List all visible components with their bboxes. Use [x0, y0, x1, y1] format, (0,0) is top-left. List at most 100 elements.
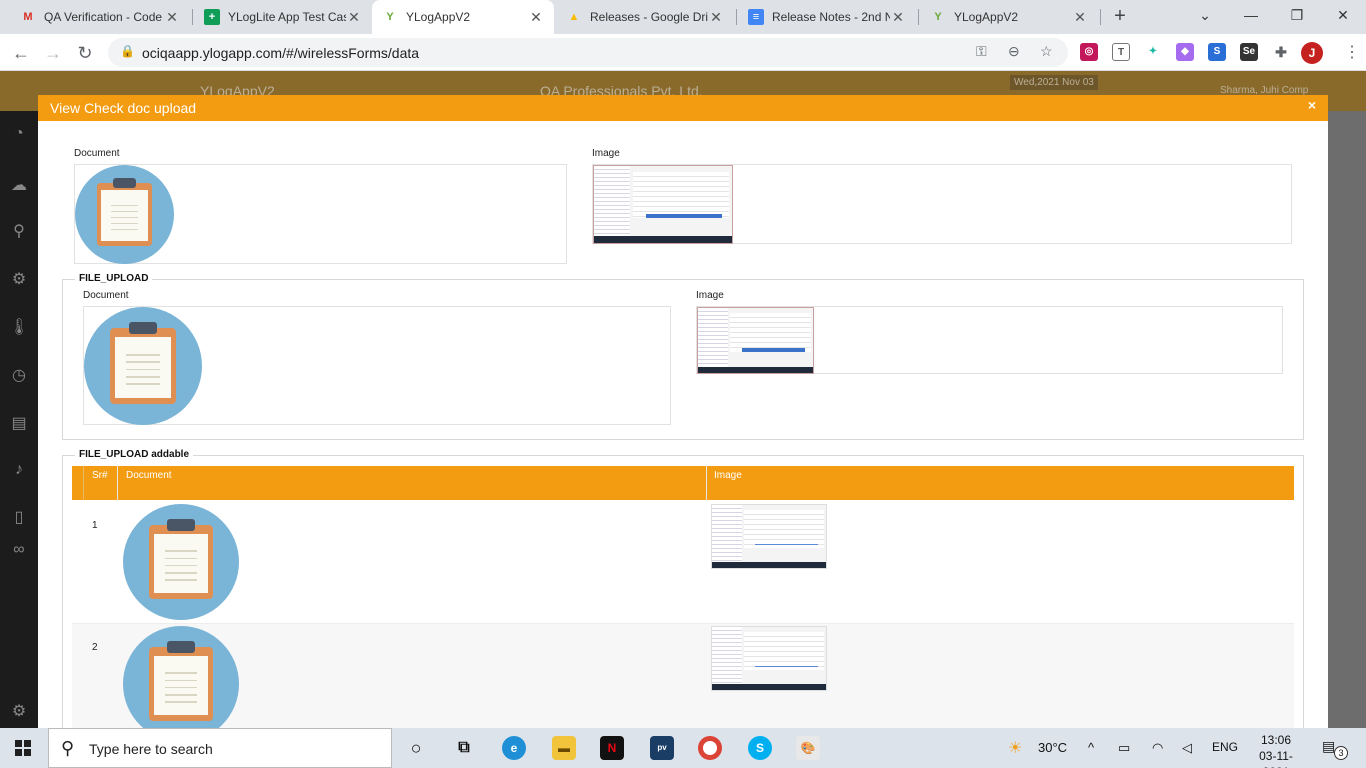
dashboard-icon[interactable]: ◔ [9, 125, 29, 145]
minimize-button[interactable]: — [1228, 0, 1274, 30]
link-icon[interactable]: ∞ [9, 541, 29, 561]
thermometer-icon[interactable]: 🌡 [9, 317, 29, 337]
task-view-icon[interactable]: ⧉ [452, 736, 476, 760]
file-explorer-icon[interactable]: ▬ [552, 736, 576, 760]
file-upload-legend: FILE_UPLOAD [75, 273, 153, 284]
tab-label: YLogAppV2 [954, 10, 1019, 24]
weather-temp[interactable]: 30°C [1038, 740, 1067, 755]
close-window-button[interactable]: ✕ [1320, 0, 1366, 30]
forward-icon[interactable]: → [40, 40, 66, 66]
tab-search-button[interactable]: ⌄ [1182, 0, 1228, 30]
close-icon[interactable]: ✕ [164, 9, 180, 26]
sheets-icon: + [204, 9, 220, 25]
docs-icon: ≡ [748, 9, 764, 25]
image-label: Image [592, 148, 620, 159]
battery-icon[interactable]: ▭ [1118, 740, 1130, 756]
skype-icon[interactable]: S [748, 736, 772, 760]
gear-icon[interactable]: ⚙ [9, 701, 29, 721]
zoom-icon[interactable]: ⊖ [1008, 43, 1020, 60]
tab-separator [1100, 9, 1101, 25]
ylog-icon: Y [386, 11, 394, 23]
url-text[interactable]: ociqaapp.ylogapp.com/#/wirelessForms/dat… [142, 45, 419, 61]
document-clipboard-icon[interactable] [84, 307, 202, 425]
app-sidebar: ◔ ☁ ⚲ ⚙ 🌡 ◷ ▤ ♪ ▯ ∞ ⚙ [0, 111, 38, 728]
row-sr: 1 [92, 520, 98, 531]
image-thumbnail[interactable] [697, 307, 814, 374]
bookmark-star-icon[interactable]: ☆ [1040, 43, 1053, 60]
close-icon[interactable]: ✕ [708, 9, 724, 26]
maximize-button[interactable]: ❐ [1274, 0, 1320, 30]
clock-icon[interactable]: ◷ [9, 365, 29, 385]
document-clipboard-icon[interactable] [123, 626, 239, 728]
tab-qa-verification[interactable]: M QA Verification - Code ✕ [10, 0, 190, 34]
profile-avatar[interactable]: J [1301, 42, 1323, 64]
notification-count: 3 [1334, 746, 1348, 760]
image-label: Image [696, 290, 724, 301]
tab-ylogappv2-active[interactable]: Y YLogAppV2 ✕ [372, 0, 554, 34]
chevron-up-icon[interactable]: ^ [1088, 740, 1094, 755]
chrome-icon[interactable] [698, 736, 722, 760]
table-header: Sr# Document Image [72, 466, 1294, 500]
location-icon[interactable]: ⚲ [9, 221, 29, 241]
tab-label: YLogLite App Test Cas [228, 10, 346, 24]
extension-shape-icon[interactable]: ◆ [1176, 43, 1194, 61]
close-icon[interactable]: ✕ [346, 9, 362, 26]
mobile-icon[interactable]: ▯ [9, 507, 29, 527]
extensions-puzzle-icon[interactable]: ✚ [1272, 43, 1290, 61]
image-thumbnail[interactable] [711, 504, 827, 569]
app-date: Wed,2021 Nov 03 [1010, 75, 1098, 90]
paint-icon[interactable]: 🎨 [796, 736, 820, 760]
tab-label: YLogAppV2 [406, 10, 471, 24]
view-modal: View Check doc upload × Document Image F… [38, 95, 1328, 728]
new-tab-button[interactable]: + [1108, 4, 1132, 28]
wifi-icon[interactable]: ◠ [1152, 740, 1163, 756]
image-thumbnail[interactable] [593, 165, 733, 244]
document-field [74, 164, 567, 264]
selenium-icon[interactable]: Se [1240, 43, 1258, 61]
image-thumbnail[interactable] [711, 626, 827, 691]
tab-release-notes[interactable]: ≡ Release Notes - 2nd N ✕ [738, 0, 916, 34]
file-upload-addable-legend: FILE_UPLOAD addable [75, 449, 194, 460]
reload-icon[interactable]: ↻ [72, 40, 98, 66]
tab-releases-drive[interactable]: ▲ Releases - Google Driv ✕ [556, 0, 734, 34]
extension-text-icon[interactable]: T [1112, 43, 1130, 61]
tab-label: QA Verification - Code [44, 10, 163, 24]
book-icon[interactable]: ▤ [9, 413, 29, 433]
modal-title: View Check doc upload [50, 100, 197, 116]
address-bar[interactable]: 🔒 ociqaapp.ylogapp.com/#/wirelessForms/d… [108, 38, 1068, 67]
settings-icon[interactable]: ⚙ [9, 269, 29, 289]
taskbar-clock[interactable]: 13:06 03-11-2021 [1248, 732, 1304, 768]
drive-icon: ▲ [568, 11, 580, 23]
cloud-icon[interactable]: ☁ [9, 175, 29, 195]
tab-separator [918, 9, 919, 25]
menu-kebab-icon[interactable]: ⋮ [1344, 42, 1360, 62]
start-windows-icon[interactable] [15, 740, 31, 756]
lock-icon[interactable]: 🔒 [120, 44, 135, 58]
netflix-icon[interactable]: N [600, 736, 624, 760]
cortana-icon[interactable]: ○ [404, 736, 428, 760]
language-indicator[interactable]: ENG [1212, 740, 1238, 754]
tab-yloglite-test-cases[interactable]: + YLogLite App Test Cas ✕ [194, 0, 372, 34]
clock-time: 13:06 [1260, 733, 1292, 747]
document-clipboard-icon[interactable] [75, 165, 174, 264]
bell-icon[interactable]: ♪ [9, 461, 29, 481]
taskbar-search[interactable]: ⚲ Type here to search [48, 728, 392, 768]
volume-icon[interactable]: ◁ [1182, 740, 1192, 756]
table-row: 2 [72, 624, 1294, 728]
back-icon[interactable]: ← [8, 40, 34, 66]
tab-ylogappv2[interactable]: Y YLogAppV2 ✕ [920, 0, 1098, 34]
extension-s-icon[interactable]: S [1208, 43, 1226, 61]
extension-bird-icon[interactable]: ✦ [1144, 43, 1162, 61]
close-icon[interactable]: ✕ [528, 9, 544, 26]
weather-icon[interactable]: ☀ [1008, 738, 1022, 758]
key-icon[interactable]: ⚿ [976, 43, 987, 60]
notification-icon[interactable]: ▤ 3 [1322, 738, 1348, 760]
search-placeholder[interactable]: Type here to search [89, 741, 213, 757]
close-icon[interactable]: ✕ [1072, 9, 1088, 26]
close-icon[interactable]: ✕ [890, 9, 906, 26]
extension-color-icon[interactable]: ◎ [1080, 43, 1098, 61]
edge-icon[interactable]: e [502, 736, 526, 760]
prime-video-icon[interactable]: pv [650, 736, 674, 760]
close-icon[interactable]: × [1308, 97, 1316, 113]
document-clipboard-icon[interactable] [123, 504, 239, 620]
